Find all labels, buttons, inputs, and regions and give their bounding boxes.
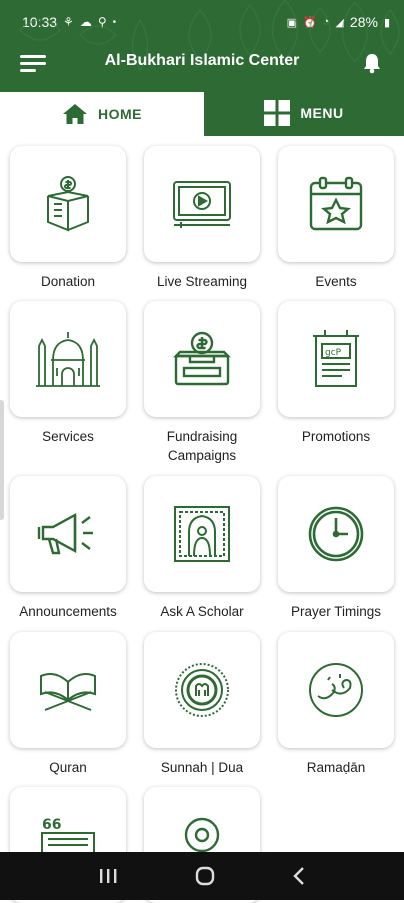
tile-label: Promotions (301, 429, 371, 444)
app-title: Al-Bukhari Islamic Center (104, 52, 300, 69)
bell-icon[interactable] (362, 52, 382, 74)
quote-icon: 66 (41, 817, 95, 855)
scholar-icon (174, 506, 230, 562)
tile-ask-scholar[interactable]: Ask A Scholar (144, 476, 260, 619)
alarm-icon: ⏰ (303, 16, 317, 29)
clock-icon (308, 506, 364, 562)
tile-card[interactable] (278, 146, 394, 262)
location-icon (184, 817, 220, 853)
tile-quran[interactable]: Quran (10, 632, 126, 775)
tile-announcements[interactable]: Announcements (10, 476, 126, 619)
mosque-icon (36, 332, 100, 387)
battery-saver-icon: ▣ (286, 16, 298, 29)
tile-prayer-timings[interactable]: Prayer Timings (278, 476, 394, 619)
tile-fundraising[interactable]: Fundraising Campaigns (144, 301, 260, 463)
system-nav-bar (0, 852, 404, 900)
tab-menu[interactable]: MENU (204, 90, 404, 136)
tile-label: Announcements (19, 604, 117, 619)
tile-live-streaming[interactable]: Live Streaming (144, 146, 260, 289)
tile-card[interactable] (278, 632, 394, 748)
tile-card[interactable] (10, 146, 126, 262)
donation-box-icon (47, 176, 89, 232)
tile-label: Sunnah | Dua (160, 760, 244, 775)
tile-card[interactable] (144, 146, 260, 262)
tile-card[interactable] (144, 301, 260, 417)
tile-ramadan[interactable]: Ramaḍān (278, 632, 394, 775)
tab-home[interactable]: HOME (0, 90, 204, 136)
tile-label: Fundraising Campaigns (166, 429, 238, 463)
status-bar: 10:33 ⚘ ☁ ⚲ • ▣ ⏰ ◔ ◢ 28% ▮ (0, 0, 404, 44)
tile-label: Ask A Scholar (160, 604, 244, 619)
quran-icon (40, 673, 96, 711)
tile-sunnah-dua[interactable]: Sunnah | Dua (144, 632, 260, 775)
tile-donation[interactable]: Donation (10, 146, 126, 289)
tile-label: Ramaḍān (306, 760, 366, 775)
poster-icon: gcP (313, 330, 359, 387)
tab-bar: HOME MENU (0, 90, 404, 136)
cloud-icon: ☁ (79, 15, 92, 29)
calendar-star-icon (309, 176, 363, 231)
battery-level: 28% (349, 14, 378, 30)
dollar-box-icon (173, 331, 231, 386)
tile-card[interactable] (10, 632, 126, 748)
home-icon (63, 104, 87, 124)
tile-card[interactable] (144, 476, 260, 592)
edge-panel-handle[interactable] (0, 400, 4, 520)
tile-card[interactable] (144, 632, 260, 748)
wifi-icon: ◔ (322, 16, 330, 28)
megaphone-icon (37, 512, 93, 555)
tile-events[interactable]: Events (278, 146, 394, 289)
notification-icon: ⚘ (63, 15, 74, 29)
status-time: 10:33 (22, 14, 58, 30)
tile-label: Donation (40, 274, 96, 289)
tile-card[interactable] (278, 476, 394, 592)
tile-promotions[interactable]: gcP Promotions (278, 301, 394, 444)
back-icon[interactable] (291, 865, 307, 887)
dot-icon: • (112, 16, 117, 28)
tab-home-label: HOME (98, 106, 142, 122)
home-button-icon[interactable] (194, 865, 216, 887)
tile-label: Services (42, 429, 94, 444)
tile-card[interactable]: gcP (278, 301, 394, 417)
video-play-icon (173, 181, 231, 228)
svg-text:66: 66 (42, 817, 61, 833)
tile-label: Prayer Timings (290, 604, 382, 619)
tile-label: Events (315, 274, 357, 289)
tile-services[interactable]: Services (10, 301, 126, 444)
recent-apps-icon[interactable] (97, 867, 119, 885)
svg-text:gcP: gcP (325, 348, 342, 358)
signal-icon: ◢ (335, 16, 344, 29)
emblem-icon (175, 663, 229, 717)
location-pin-icon: ⚲ (97, 15, 107, 29)
tile-label: Quran (49, 760, 87, 775)
tab-menu-label: MENU (300, 105, 344, 121)
grid-icon (264, 100, 291, 126)
battery-icon: ▮ (383, 16, 390, 29)
tile-label: Live Streaming (156, 274, 248, 289)
tile-card[interactable] (10, 301, 126, 417)
tile-card[interactable] (10, 476, 126, 592)
ramadan-calligraphy-icon (309, 663, 363, 717)
